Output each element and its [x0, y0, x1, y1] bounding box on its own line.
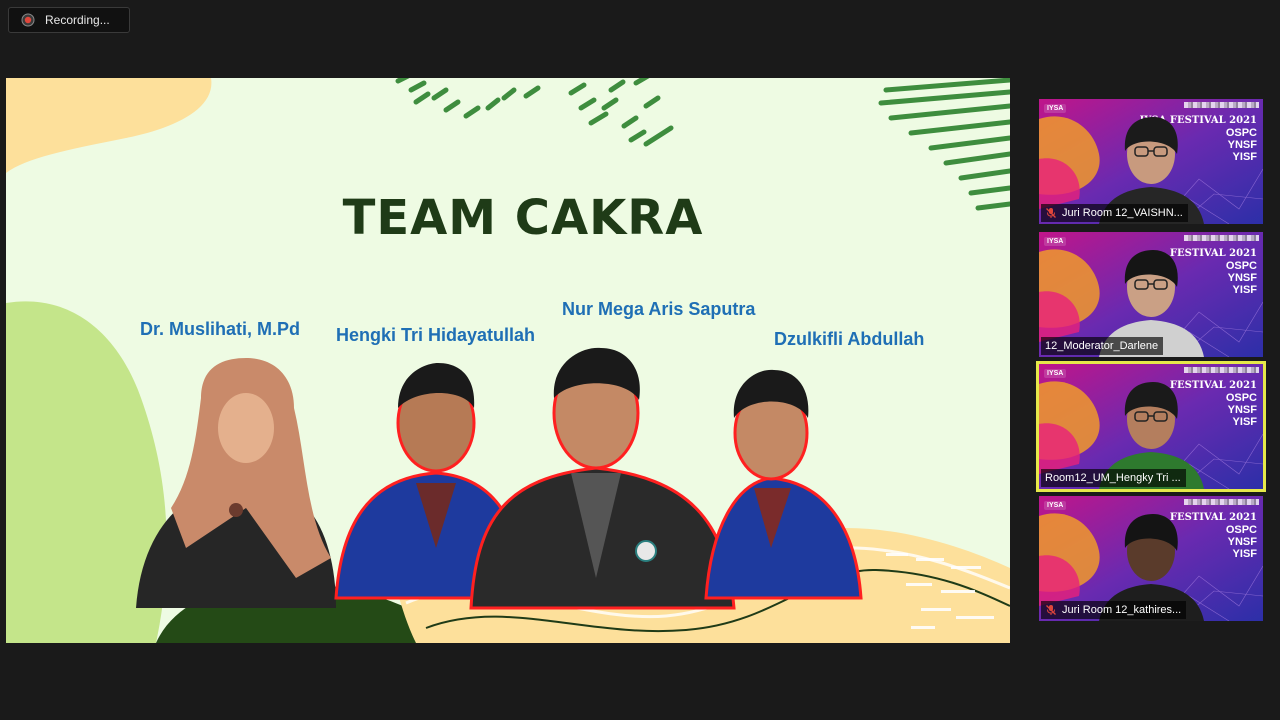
participant-name-label: Juri Room 12_VAISHN...: [1041, 204, 1188, 222]
member-name-3: Nur Mega Aris Saputra: [562, 299, 756, 319]
participant-tile[interactable]: IYSA FESTIVAL 2021 OSPC YNSF YISF 12_Mod…: [1039, 232, 1263, 357]
participant-name: Juri Room 12_kathires...: [1062, 604, 1182, 616]
recording-label: Recording...: [45, 13, 110, 27]
participant-name: Room12_UM_Hengky Tri ...: [1045, 472, 1181, 484]
member-photo-muslihati: [136, 358, 336, 608]
participant-name-label: Juri Room 12_kathires...: [1041, 601, 1187, 619]
participant-tile[interactable]: IYSA FESTIVAL 2021 OSPC YNSF YISF Room12…: [1036, 361, 1266, 492]
recording-indicator[interactable]: Recording...: [8, 7, 130, 33]
member-name-2: Hengki Tri Hidayatullah: [336, 325, 536, 345]
participant-name-label: 12_Moderator_Darlene: [1041, 337, 1164, 355]
member-name-1: Dr. Muslihati, M.Pd: [140, 319, 301, 339]
member-photo-dzulkifli: [704, 369, 863, 600]
participant-name-label: Room12_UM_Hengky Tri ...: [1041, 469, 1186, 487]
mic-off-icon: [1046, 605, 1056, 615]
member-photo-nurmega: [469, 347, 736, 610]
participant-name: 12_Moderator_Darlene: [1045, 340, 1159, 352]
participant-tile[interactable]: IYSA FESTIVAL 2021 OSPC YNSF YISF Juri R…: [1039, 496, 1263, 621]
shared-slide: TEAM CAKRA Dr. Muslihati, M.Pd Hengki Tr…: [6, 78, 1010, 643]
mic-off-icon: [1046, 208, 1056, 218]
member-name-4: Dzulkifli Abdullah: [774, 329, 925, 349]
team-photos: [136, 347, 863, 610]
participant-tile[interactable]: IYSA IYSA FESTIVAL 2021 OSPC YNSF YISF J…: [1039, 99, 1263, 224]
participant-name: Juri Room 12_VAISHN...: [1062, 207, 1183, 219]
record-icon: [21, 13, 35, 27]
